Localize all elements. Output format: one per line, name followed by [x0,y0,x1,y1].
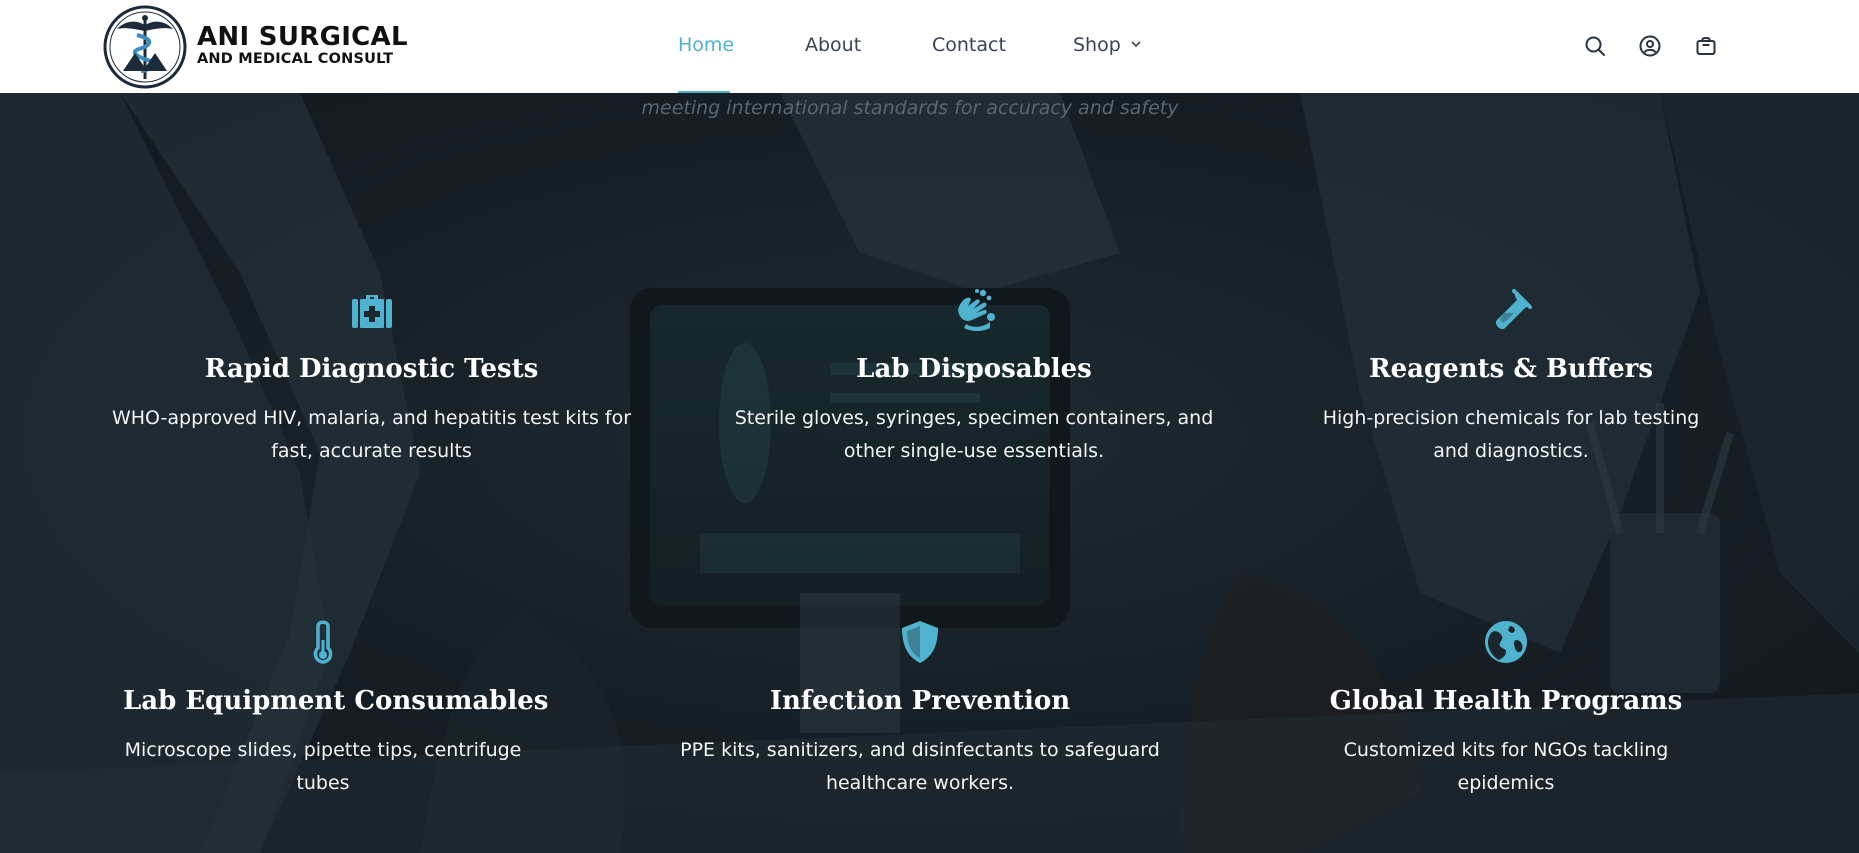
feature-card: Lab Equipment Consumables Microscope sli… [123,618,549,800]
feature-description: Sterile gloves, syringes, specimen conta… [734,407,1214,462]
services-section: meeting international standards for accu… [0,93,1859,853]
nav-home[interactable]: Home [678,34,734,56]
search-icon[interactable] [1583,34,1607,58]
chevron-down-icon[interactable] [1130,40,1142,48]
feature-title: Reagents & Buffers [1369,354,1653,384]
feature-description: High-precision chemicals for lab testing… [1322,407,1700,462]
brand-name-line1: ANI SURGICAL [197,22,408,52]
feature-card: Global Health Programs Customized kits f… [1306,618,1706,800]
nav-shop[interactable]: Shop [1073,34,1121,56]
caduceus-logo[interactable] [103,5,187,89]
section-tagline: meeting international standards for accu… [641,97,1179,119]
active-nav-indicator [678,91,730,93]
feature-title: Infection Prevention [769,686,1071,716]
feature-card: Lab Disposables Sterile gloves, syringes… [712,286,1236,468]
cart-icon[interactable] [1694,34,1718,58]
feature-description: PPE kits, sanitizers, and disinfectants … [680,739,1160,794]
feature-card: Reagents & Buffers High-precision chemic… [1311,286,1711,468]
nav-contact[interactable]: Contact [932,34,1006,56]
feature-description: WHO-approved HIV, malaria, and hepatitis… [111,407,632,462]
feature-card: Rapid Diagnostic Tests WHO-approved HIV,… [110,286,633,468]
globe-icon [1485,621,1527,663]
feature-title: Lab Disposables [856,354,1092,384]
medical-kit-icon [351,295,392,328]
shield-icon [902,621,938,663]
hand-washing-icon [958,289,995,331]
feature-description: Customized kits for NGOs tackling epidem… [1343,739,1669,794]
feature-title: Global Health Programs [1329,686,1683,716]
feature-description: Microscope slides, pipette tips, centrif… [124,739,522,794]
thermometer-icon [313,620,333,664]
feature-title: Rapid Diagnostic Tests [204,354,539,384]
feature-card: Infection Prevention PPE kits, sanitizer… [645,618,1195,800]
feature-title: Lab Equipment Consumables [123,686,549,716]
brand-name-line2: AND MEDICAL CONSULT [197,51,394,67]
brand-name[interactable]: ANI SURGICAL AND MEDICAL CONSULT [197,24,408,67]
account-icon[interactable] [1638,34,1662,58]
nav-about[interactable]: About [805,34,861,56]
test-tube-icon [1495,289,1532,330]
site-header: ANI SURGICAL AND MEDICAL CONSULT Home Ab… [0,0,1859,93]
